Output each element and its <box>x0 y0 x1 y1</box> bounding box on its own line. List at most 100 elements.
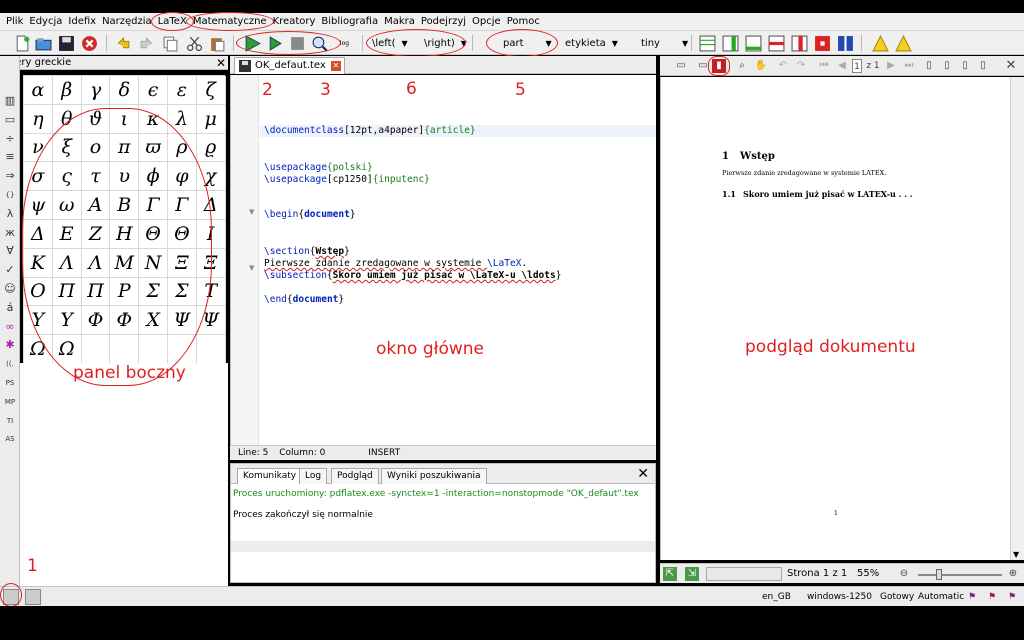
sync-left-icon[interactable]: ⇱ <box>663 567 677 581</box>
greek-letter-cell[interactable]: ϕ <box>139 162 168 192</box>
page-width-icon[interactable]: ▭ <box>696 59 710 73</box>
tab-log[interactable]: Log <box>299 468 328 484</box>
side-panel-tab-icon[interactable]: ⇒ <box>3 169 17 183</box>
greek-letter-cell[interactable]: ϖ <box>139 133 168 163</box>
log-toggle-icon[interactable] <box>25 589 41 605</box>
side-panel-tab-icon[interactable]: ÷ <box>3 132 17 146</box>
greek-letter-cell[interactable]: σ <box>24 162 53 192</box>
side-panel-tab-icon[interactable]: PS <box>3 376 17 390</box>
greek-letter-cell[interactable]: θ <box>52 104 82 134</box>
greek-letter-cell[interactable]: μ <box>196 104 226 134</box>
menu-matematyczne[interactable]: Matematyczne <box>185 12 274 31</box>
back-icon[interactable]: ↶ <box>776 59 790 73</box>
greek-letter-cell[interactable]: λ <box>167 104 197 134</box>
greek-letter-cell[interactable]: ν <box>24 133 53 163</box>
greek-letter-cell[interactable]: T <box>196 277 226 307</box>
greek-letter-cell[interactable]: Ξ <box>167 248 197 278</box>
greek-letter-cell[interactable]: κ <box>139 104 168 134</box>
greek-letter-cell[interactable]: ψ <box>24 191 53 220</box>
side-panel-tab-icon[interactable]: ≡ <box>3 150 17 164</box>
greek-letter-cell[interactable]: ε <box>167 76 197 105</box>
greek-letter-cell[interactable]: Σ <box>167 277 197 307</box>
greek-letter-cell[interactable]: β <box>52 76 82 105</box>
spell-language[interactable]: en_GB <box>762 589 791 605</box>
fold-marker-icon[interactable]: ▼ <box>249 264 254 272</box>
greek-letter-cell[interactable]: τ <box>81 162 111 192</box>
first-page-icon[interactable]: ⏮ <box>817 59 831 73</box>
greek-letter-cell[interactable]: ι <box>110 104 140 134</box>
side-panel-tab-icon[interactable]: á <box>3 301 17 315</box>
side-panel-tab-icon[interactable]: MP <box>3 395 17 409</box>
side-panel-tab-icon[interactable]: λ <box>3 207 17 221</box>
open-file-icon[interactable] <box>35 35 52 52</box>
encoding[interactable]: windows-1250 <box>807 589 872 605</box>
greek-letter-cell[interactable]: Θ <box>167 219 197 249</box>
zoom-level[interactable]: 55% <box>857 568 879 579</box>
warning-icon[interactable] <box>872 35 889 52</box>
code-editor[interactable]: ▼ ▼ \documentclass[12pt,a4paper]{article… <box>230 75 656 445</box>
menu-idefix[interactable]: Idefix <box>65 16 99 27</box>
section-select[interactable]: part ▼ <box>503 35 552 51</box>
sync-icon[interactable]: ▮ <box>712 59 726 73</box>
save-icon[interactable] <box>58 35 75 52</box>
pdf-preview[interactable]: 1 Wstęp Pierwsze zdanie zredagowane w sy… <box>660 77 1010 560</box>
side-panel-tab-icon[interactable]: TI <box>3 414 17 428</box>
greek-letter-cell[interactable]: Δ <box>196 191 226 220</box>
table-col-green-icon[interactable] <box>722 35 739 52</box>
side-panel-tab-icon[interactable]: ((. <box>3 357 17 371</box>
zoom-icon[interactable]: ⌕ <box>735 59 749 73</box>
greek-letter-cell[interactable]: Ω <box>24 335 53 364</box>
sync-right-icon[interactable]: ⇲ <box>685 567 699 581</box>
greek-letter-cell[interactable]: H <box>110 219 140 249</box>
menu-bibliografia[interactable]: Bibliografia <box>318 16 381 27</box>
forward-icon[interactable]: ↷ <box>794 59 808 73</box>
greek-letter-cell[interactable]: Z <box>81 219 111 249</box>
menu-latex[interactable]: LaTeX <box>150 12 194 31</box>
quick-build-icon[interactable] <box>244 35 261 52</box>
editor-tab[interactable]: OK_defaut.tex ✕ <box>234 57 345 74</box>
greek-letter-cell[interactable]: δ <box>110 76 140 105</box>
table-row-icon[interactable] <box>745 35 762 52</box>
side-panel-tab-icon[interactable]: ✱ <box>3 338 17 352</box>
next-page-icon[interactable]: ▶ <box>884 59 898 73</box>
greek-letter-cell[interactable]: ω <box>52 191 82 220</box>
previous-page-icon[interactable]: ◀ <box>835 59 849 73</box>
greek-letter-cell[interactable]: O <box>24 277 53 307</box>
view-log-icon[interactable]: log <box>336 35 353 52</box>
greek-letter-cell[interactable]: K <box>24 248 53 278</box>
single-page-icon[interactable]: ▯ <box>922 59 936 73</box>
table-merge-icon[interactable] <box>814 35 831 52</box>
greek-letter-cell[interactable]: γ <box>81 76 111 105</box>
greek-letter-cell[interactable]: Υ <box>52 306 82 336</box>
greek-letter-cell[interactable]: Δ <box>24 219 53 249</box>
greek-letter-cell[interactable]: υ <box>110 162 140 192</box>
new-file-icon[interactable] <box>14 35 31 52</box>
greek-letter-cell[interactable]: π <box>110 133 140 163</box>
greek-letter-cell[interactable]: Υ <box>24 306 53 336</box>
greek-letter-cell[interactable]: o <box>81 133 111 163</box>
stop-icon[interactable] <box>289 35 306 52</box>
zoom-slider-handle[interactable] <box>936 569 942 580</box>
preview-scrollbar[interactable]: ▼ <box>1010 77 1024 560</box>
greek-letter-cell[interactable]: A <box>81 191 111 220</box>
side-panel-tab-icon[interactable]: ∀ <box>3 244 17 258</box>
last-page-icon[interactable]: ⏭ <box>902 59 916 73</box>
close-preview-icon[interactable]: ✕ <box>1004 59 1018 73</box>
menu-kreatory[interactable]: Kreatory <box>270 16 319 27</box>
greek-letter-cell[interactable]: ϑ <box>81 104 111 134</box>
side-panel-tab-icon[interactable]: {} <box>3 188 17 202</box>
greek-letter-cell[interactable]: Θ <box>139 219 168 249</box>
continuous-icon[interactable]: ▯ <box>940 59 954 73</box>
side-panel-tab-icon[interactable]: AS <box>3 432 17 446</box>
tab-podglad[interactable]: Podgląd <box>331 468 379 484</box>
greek-letter-cell[interactable]: Ψ <box>196 306 226 336</box>
greek-letter-cell[interactable]: χ <box>196 162 226 192</box>
greek-letter-cell[interactable]: B <box>110 191 140 220</box>
greek-letter-cell[interactable]: Π <box>81 277 111 307</box>
close-log-icon[interactable]: ✕ <box>637 466 649 482</box>
side-panel-toggle-icon[interactable] <box>3 589 19 605</box>
greek-letter-cell[interactable]: η <box>24 104 53 134</box>
greek-letter-cell[interactable]: ζ <box>196 76 226 105</box>
greek-letter-cell[interactable]: Φ <box>110 306 140 336</box>
right-delimiter-select[interactable]: \right) ▼ <box>424 35 467 51</box>
